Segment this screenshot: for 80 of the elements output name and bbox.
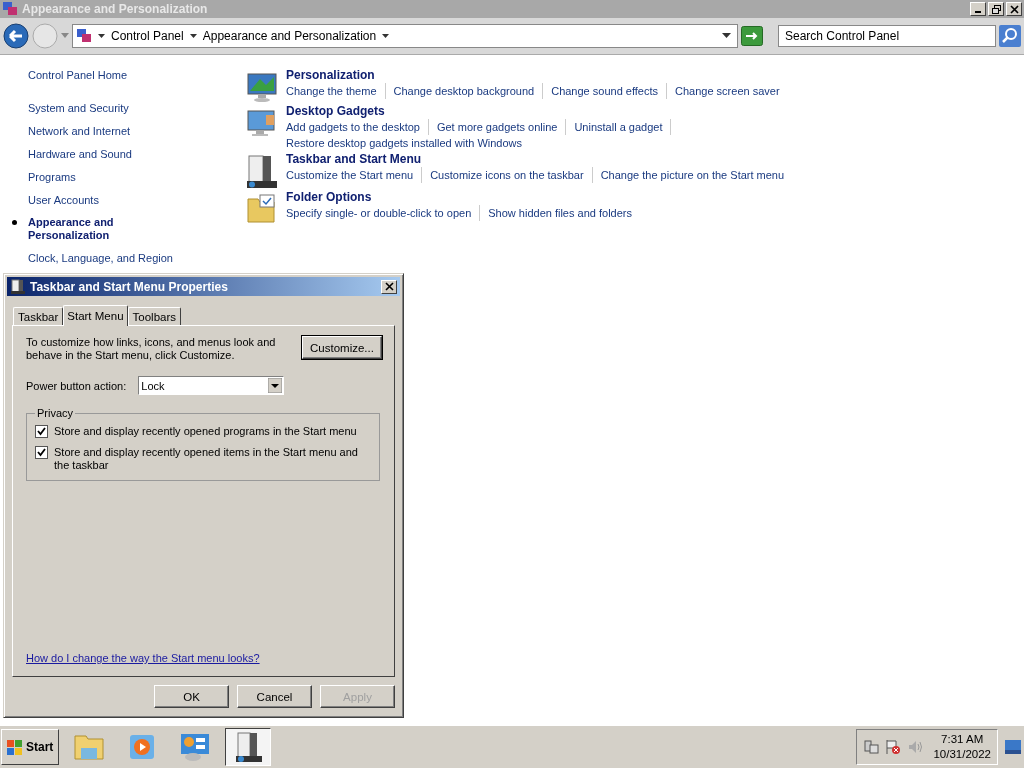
category-link[interactable]: Show hidden files and folders <box>488 205 632 221</box>
windows-logo-icon <box>7 739 23 755</box>
search-icon[interactable] <box>999 25 1021 47</box>
window-title: Appearance and Personalization <box>22 2 208 16</box>
search-field[interactable]: Search Control Panel <box>778 25 996 47</box>
taskbar-icon <box>10 278 26 295</box>
category-link[interactable]: Change sound effects <box>551 83 667 99</box>
monitor-icon <box>246 107 278 139</box>
sidebar-item[interactable]: Programs <box>28 171 76 183</box>
category-title[interactable]: Personalization <box>286 67 846 83</box>
media-player-icon <box>128 733 157 761</box>
taskbar-icon <box>246 155 278 189</box>
close-button[interactable] <box>1006 2 1022 16</box>
address-bar[interactable]: Control Panel Appearance and Personalization <box>72 24 738 48</box>
tab[interactable]: Start Menu <box>63 305 128 326</box>
dialog-button[interactable]: Cancel <box>237 685 312 708</box>
minimize-button[interactable] <box>970 2 986 16</box>
breadcrumb[interactable]: Control Panel <box>111 29 184 43</box>
field-label: Power button action: <box>26 379 127 392</box>
description-text: To customize how links, icons, and menus look and behave in the Start menu, click Customize. <box>26 336 277 362</box>
category-link[interactable]: Customize icons on the taskbar <box>430 167 593 183</box>
clock-date[interactable]: 10/31/2022 <box>933 747 991 762</box>
caret-icon[interactable] <box>722 33 731 39</box>
sidebar-item[interactable]: Hardware and Sound <box>28 148 132 160</box>
category-link[interactable]: Change screen saver <box>675 83 780 99</box>
folder-icon <box>246 193 278 225</box>
caret-icon[interactable] <box>382 33 390 39</box>
tab[interactable]: Taskbar <box>13 307 64 325</box>
category-link[interactable]: Change the picture on the Start menu <box>600 167 785 183</box>
bullet-icon <box>12 220 17 225</box>
clock-time[interactable]: 7:31 AM <box>941 732 984 747</box>
sidebar-item[interactable]: Appearance and Personalization <box>28 216 188 242</box>
minimize-icon <box>975 11 981 13</box>
sidebar-item[interactable]: User Accounts <box>28 194 99 206</box>
checkbox[interactable] <box>35 446 48 459</box>
checkbox[interactable] <box>35 425 48 438</box>
folder-icon <box>73 732 106 762</box>
customize-button[interactable]: Customize... <box>302 336 382 359</box>
category-title[interactable]: Taskbar and Start Menu <box>286 151 846 167</box>
caret-icon[interactable] <box>98 33 105 39</box>
monitor-icon <box>246 71 278 103</box>
power-dropdown[interactable]: Lock <box>138 376 285 395</box>
checkbox-label: Store and display recently opened items in the Start menu and the taskbar <box>54 446 359 472</box>
caret-icon[interactable] <box>189 33 197 39</box>
category-link[interactable]: Specify single- or double-click to open <box>286 205 481 221</box>
tab[interactable]: Toolbars <box>127 307 181 325</box>
restore-button[interactable] <box>988 2 1004 16</box>
close-icon <box>1009 4 1019 14</box>
sidebar-item[interactable]: Clock, Language, and Region <box>28 252 173 264</box>
category-link[interactable]: Change the theme <box>286 83 386 99</box>
category-link[interactable]: Change desktop background <box>393 83 544 99</box>
sidebar-item[interactable]: Network and Internet <box>28 125 131 137</box>
category-link[interactable]: Customize the Start menu <box>286 167 423 183</box>
control-panel-icon <box>179 732 212 762</box>
network-icon[interactable] <box>863 739 880 755</box>
category-link[interactable]: Get more gadgets online <box>436 119 567 135</box>
back-button[interactable] <box>3 23 29 49</box>
flag-icon[interactable] <box>885 739 902 755</box>
dialog-button[interactable]: OK <box>154 685 229 708</box>
category-title[interactable]: Desktop Gadgets <box>286 103 846 119</box>
taskbar-button[interactable] <box>225 728 272 766</box>
close-icon <box>384 282 394 291</box>
control-panel-icon <box>2 1 18 17</box>
caret-icon <box>268 378 283 393</box>
category-title[interactable]: Folder Options <box>286 189 846 205</box>
sidebar-link[interactable]: Control Panel Home <box>28 69 218 82</box>
refresh-button[interactable] <box>741 26 763 46</box>
restore-icon <box>991 4 1001 14</box>
group-label: Privacy <box>36 407 75 419</box>
help-link[interactable]: How do I change the way the Start menu looks? <box>26 652 260 664</box>
breadcrumb[interactable]: Appearance and Personalization <box>202 29 377 43</box>
close-button[interactable] <box>381 279 397 294</box>
checkbox-label: Store and display recently opened programs in the Start menu <box>54 425 357 438</box>
category-link[interactable]: Uninstall a gadget <box>574 119 672 135</box>
start-button[interactable]: Start <box>1 729 60 765</box>
dialog-title: Taskbar and Start Menu Properties <box>30 279 228 294</box>
control-panel-icon <box>76 28 92 44</box>
category-link[interactable]: Restore desktop gadgets installed with Windows <box>286 135 522 151</box>
category-link[interactable]: Add gadgets to the desktop <box>286 119 429 135</box>
sidebar-item[interactable]: System and Security <box>28 102 129 114</box>
